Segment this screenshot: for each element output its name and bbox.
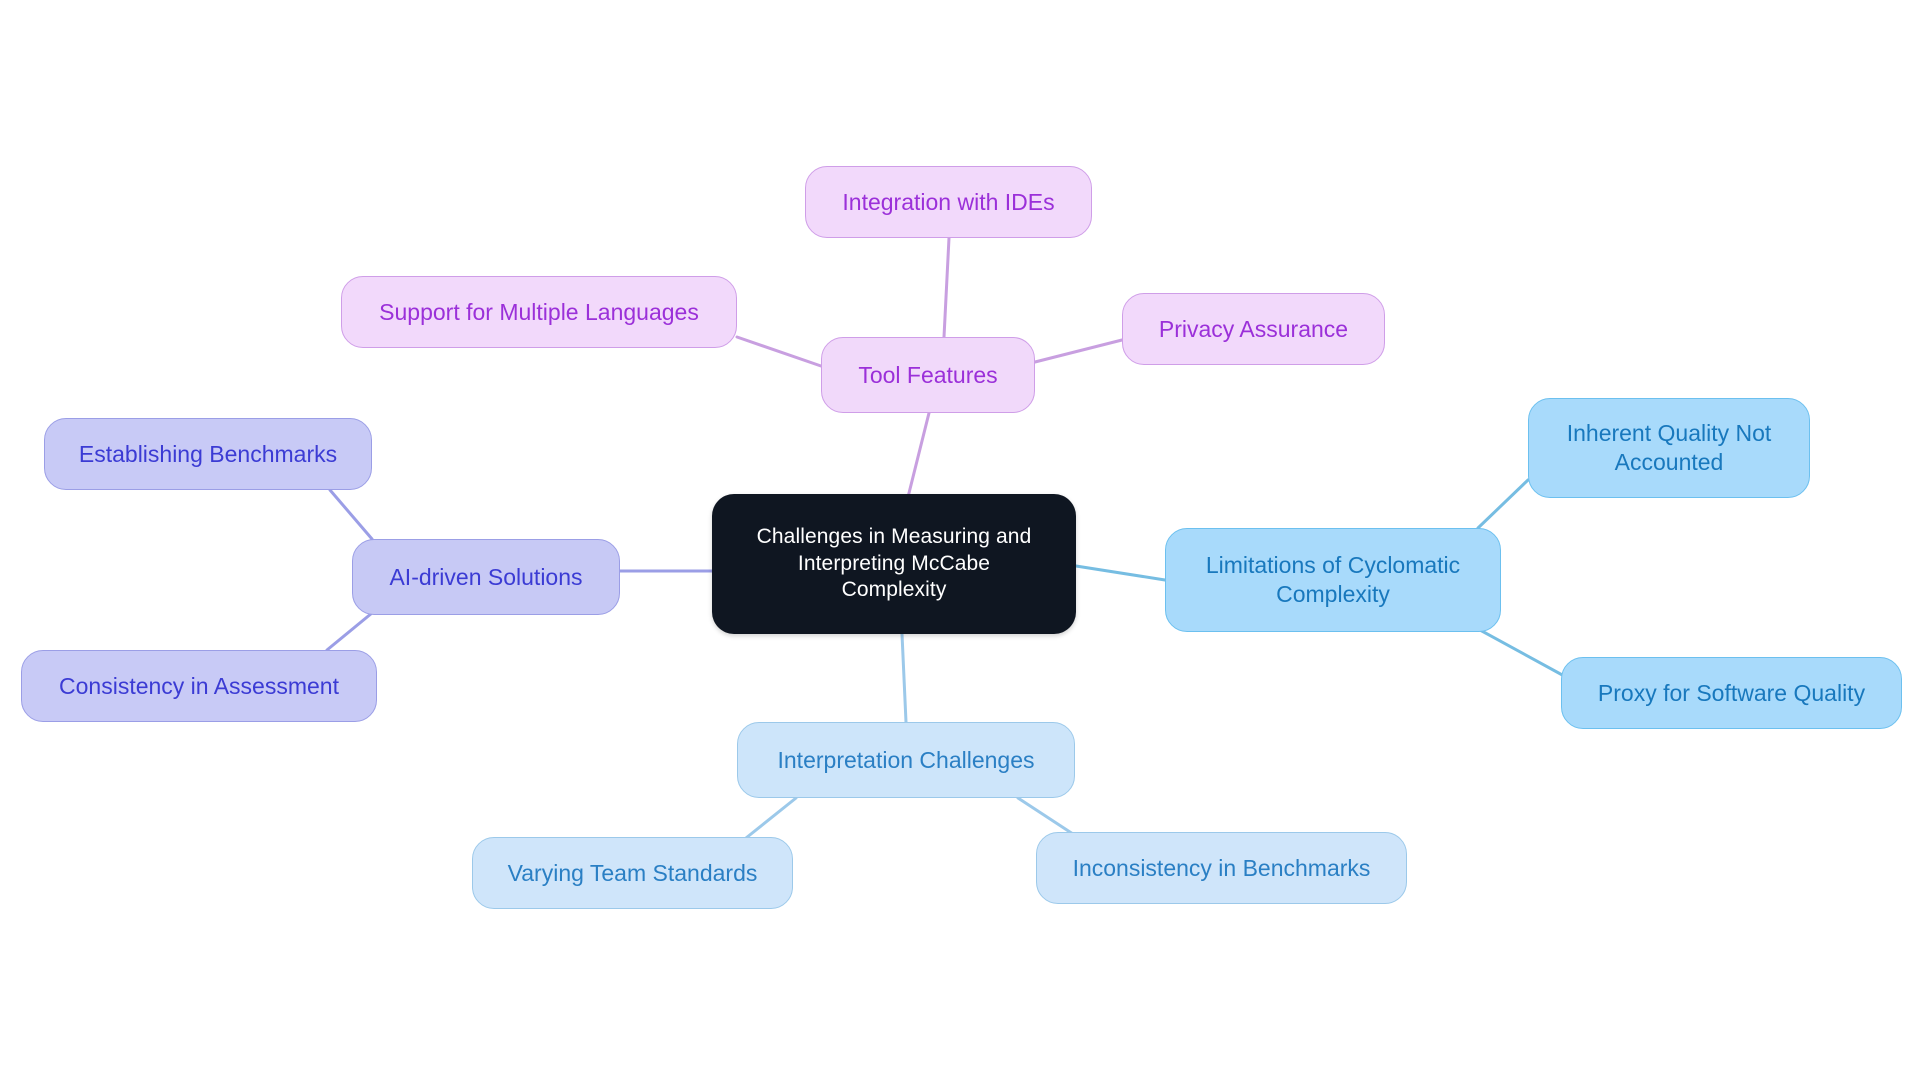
mindmap-branch-limitations-of-cyclomatic-complexity[interactable]: Limitations of Cyclomatic Complexity — [1165, 528, 1501, 632]
mindmap-leaf-consistency-in-assessment[interactable]: Consistency in Assessment — [21, 650, 377, 722]
edge-tool-features-privacy — [1033, 338, 1124, 364]
edge-ai-driven-benchmarks — [328, 488, 374, 541]
mindmap-leaf-varying-team-standards[interactable]: Varying Team Standards — [472, 837, 793, 909]
mindmap-leaf-proxy-for-software-quality[interactable]: Proxy for Software Quality — [1561, 657, 1902, 729]
mindmap-leaf-inherent-quality-not-accounted[interactable]: Inherent Quality Not Accounted — [1528, 398, 1810, 498]
mindmap-branch-ai-driven-solutions[interactable]: AI-driven Solutions — [352, 539, 620, 615]
edge-interpretation-inconsistency — [1016, 796, 1075, 836]
mindmap-leaf-integration-with-ides[interactable]: Integration with IDEs — [805, 166, 1092, 238]
edge-limitations-inherent — [1476, 478, 1530, 530]
mindmap-root-node[interactable]: Challenges in Measuring and Interpreting… — [712, 494, 1076, 634]
edge-root-tool-features — [906, 411, 931, 499]
edge-interpretation-varying — [744, 796, 798, 840]
edge-root-interpretation — [900, 632, 908, 724]
mindmap-branch-interpretation-challenges[interactable]: Interpretation Challenges — [737, 722, 1075, 798]
edge-limitations-proxy — [1478, 628, 1568, 679]
mindmap-canvas: Challenges in Measuring and Interpreting… — [0, 0, 1920, 1083]
mindmap-leaf-establishing-benchmarks[interactable]: Establishing Benchmarks — [44, 418, 372, 490]
edge-ai-driven-consistency — [325, 611, 374, 652]
mindmap-leaf-inconsistency-in-benchmarks[interactable]: Inconsistency in Benchmarks — [1036, 832, 1407, 904]
edge-root-limitations — [1074, 564, 1167, 582]
mindmap-leaf-support-for-multiple-languages[interactable]: Support for Multiple Languages — [341, 276, 737, 348]
edge-tool-features-integration — [942, 236, 951, 339]
edge-tool-features-languages — [735, 335, 823, 368]
mindmap-branch-tool-features[interactable]: Tool Features — [821, 337, 1035, 413]
mindmap-leaf-privacy-assurance[interactable]: Privacy Assurance — [1122, 293, 1385, 365]
